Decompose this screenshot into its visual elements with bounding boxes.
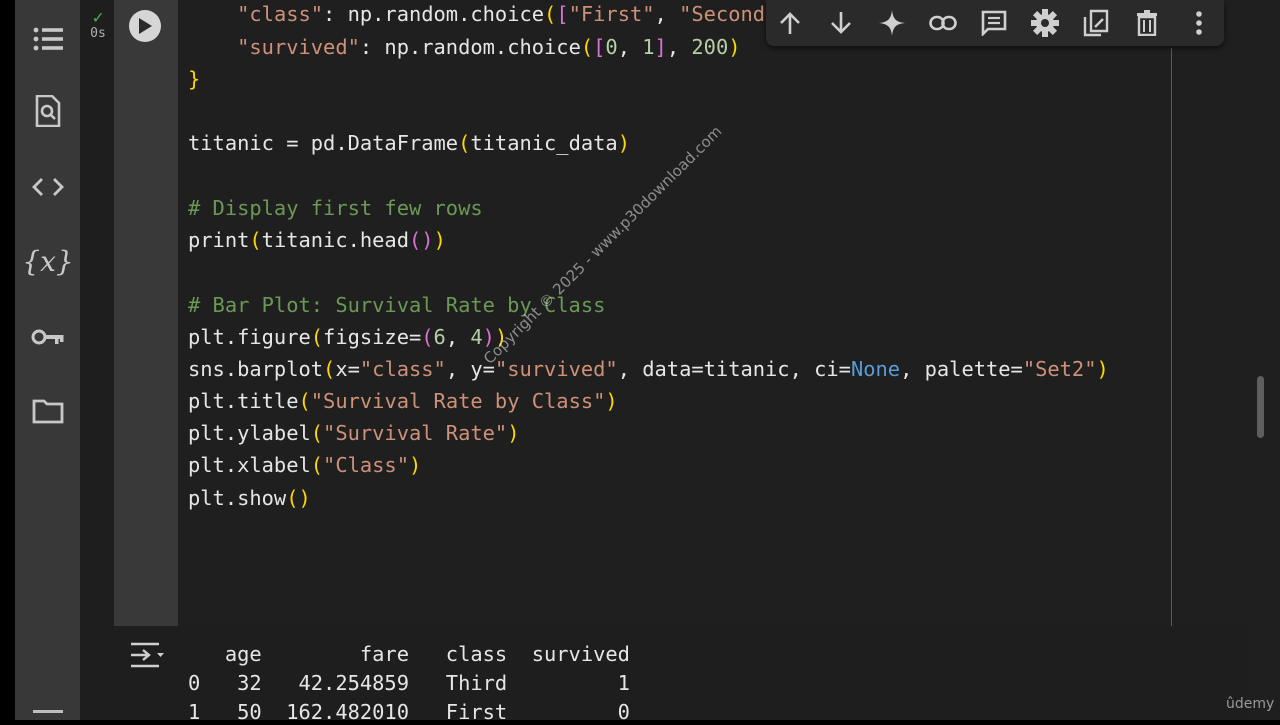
execution-time: 0s [90, 26, 106, 41]
output-table-row: 1 50 162.482010 First 0 [188, 700, 630, 724]
udemy-logo: ûdemy [1226, 696, 1275, 712]
code-line: plt.figure(figsize=(6, 4)) [188, 325, 508, 349]
settings-gear-icon[interactable] [1026, 4, 1064, 42]
code-line: plt.xlabel("Class") [188, 453, 422, 477]
success-check-icon: ✓ [92, 7, 104, 28]
cell-toolbar [766, 0, 1224, 46]
play-icon [139, 18, 152, 34]
gemini-sparkle-icon[interactable] [873, 4, 911, 42]
right-panel [1250, 0, 1280, 720]
find-icon[interactable] [31, 94, 65, 128]
mirror-cell-icon[interactable] [1077, 4, 1115, 42]
sidebar-bottom-icon[interactable] [33, 710, 63, 723]
cell-execution-status: ✓ 0s [88, 7, 108, 42]
editor-right-border [1171, 48, 1172, 626]
output-table-row: 0 32 42.254859 Third 1 [188, 671, 630, 695]
table-of-contents-icon[interactable] [31, 22, 65, 56]
secrets-key-icon[interactable] [31, 320, 65, 354]
output-table-header: age fare class survived [188, 642, 630, 666]
vertical-scrollbar[interactable] [1257, 376, 1264, 438]
code-line: titanic = pd.DataFrame(titanic_data) [188, 131, 630, 155]
code-line: "survived": np.random.choice([0, 1], 200… [237, 35, 741, 59]
code-line-1-text: "class": np.random.choice(["First", "Sec… [237, 2, 766, 26]
move-down-icon[interactable] [822, 4, 860, 42]
code-line: sns.barplot(x="class", y="survived", dat… [188, 357, 1109, 381]
files-folder-icon[interactable] [31, 394, 65, 428]
code-line: plt.title("Survival Rate by Class") [188, 389, 618, 413]
code-comment: # Display first few rows [188, 196, 483, 220]
code-line: print(titanic.head()) [188, 228, 446, 252]
link-icon[interactable] [924, 4, 962, 42]
cell-left-panel [114, 0, 178, 626]
code-line: "class": np.random.choice(["First", "Sec… [188, 1, 765, 27]
delete-icon[interactable] [1128, 4, 1166, 42]
code-line: plt.show() [188, 486, 311, 510]
output-actions-icon[interactable] [129, 640, 165, 670]
run-cell-button[interactable] [129, 10, 161, 42]
move-up-icon[interactable] [771, 4, 809, 42]
code-line: plt.ylabel("Survival Rate") [188, 421, 520, 445]
code-snippets-icon[interactable] [31, 170, 65, 204]
more-options-icon[interactable] [1180, 4, 1218, 42]
comment-icon[interactable] [975, 4, 1013, 42]
left-sidebar: {x} [15, 0, 80, 720]
cell-gutter [80, 0, 114, 720]
variables-icon[interactable]: {x} [22, 244, 73, 278]
code-line: } [188, 67, 201, 91]
